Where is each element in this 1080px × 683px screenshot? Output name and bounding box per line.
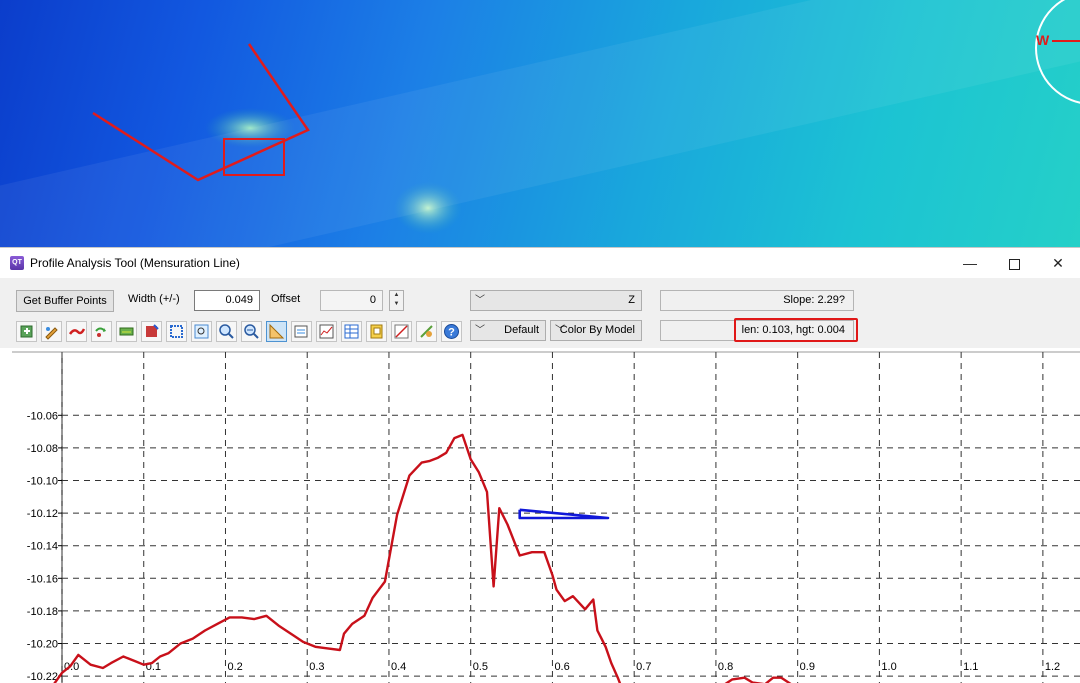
width-field[interactable]: 0.049: [194, 290, 260, 311]
close-button[interactable]: ✕: [1036, 248, 1080, 278]
profile-chart[interactable]: -10.06 -10.08 -10.10 -10.12 -10.14 -10.16 -10.…: [0, 348, 1080, 683]
mensuration-icon[interactable]: [266, 321, 287, 342]
x-tick-label: 1.1: [963, 661, 978, 673]
y-tick-label: -10.08: [27, 443, 58, 455]
zoom-out-icon[interactable]: [241, 321, 262, 342]
slope-readout: Slope: 2.29?: [660, 290, 854, 311]
zoom-window-icon[interactable]: [191, 321, 212, 342]
snap-icon[interactable]: [416, 321, 437, 342]
pencil-icon[interactable]: [41, 321, 62, 342]
y-tick-label: -10.20: [27, 639, 58, 651]
default-dropdown[interactable]: ﹀ Default: [470, 320, 546, 341]
offset-field[interactable]: 0: [320, 290, 383, 311]
chevron-down-icon: ﹀: [475, 295, 485, 306]
y-tick-label: -10.14: [27, 541, 58, 553]
width-label: Width (+/-): [128, 293, 180, 305]
z-dropdown[interactable]: ﹀ Z: [470, 290, 642, 311]
x-tick-label: 0.4: [391, 661, 406, 673]
erase-icon[interactable]: [141, 321, 162, 342]
color-by-dropdown[interactable]: ﹀ Color By Model: [550, 320, 642, 341]
minimize-button[interactable]: —: [948, 248, 992, 278]
map-overlay: W: [0, 0, 1080, 247]
compass-letter: W: [1036, 32, 1050, 48]
z-dropdown-value: Z: [628, 294, 635, 306]
app-icon: QT: [10, 256, 24, 270]
x-tick-label: 0.9: [800, 661, 815, 673]
plot-area: [0, 348, 1080, 683]
window-title: Profile Analysis Tool (Mensuration Line): [30, 256, 240, 270]
reclassify-icon[interactable]: [91, 321, 112, 342]
y-tick-label: -10.06: [27, 410, 58, 422]
y-tick-labels: -10.06 -10.08 -10.10 -10.12 -10.14 -10.16 -10.…: [27, 410, 62, 683]
x-tick-label: 0.3: [309, 661, 324, 673]
delete-points-icon[interactable]: [66, 321, 87, 342]
offset-label: Offset: [271, 293, 301, 305]
help-icon[interactable]: ?: [441, 321, 462, 342]
select-icon[interactable]: [166, 321, 187, 342]
x-tick-label: 1.2: [1045, 661, 1060, 673]
copy-icon[interactable]: [366, 321, 387, 342]
title-bar[interactable]: QT Profile Analysis Tool (Mensuration Li…: [0, 248, 1080, 278]
default-dropdown-value: Default: [504, 324, 539, 336]
table-icon[interactable]: [341, 321, 362, 342]
x-tick-label: 0.5: [473, 661, 488, 673]
y-tick-label: -10.12: [27, 508, 58, 520]
export-icon[interactable]: [291, 321, 312, 342]
filter-icon[interactable]: [116, 321, 137, 342]
x-tick-label: 1.0: [881, 661, 896, 673]
color-by-dropdown-value: Color By Model: [559, 324, 635, 336]
get-points-icon[interactable]: [16, 321, 37, 342]
maximize-icon: [1008, 258, 1020, 270]
maximize-button[interactable]: [992, 248, 1036, 278]
profile-analysis-window: QT Profile Analysis Tool (Mensuration Li…: [0, 247, 1080, 683]
x-tick-label: 0.7: [636, 661, 651, 673]
line-icon[interactable]: [391, 321, 412, 342]
get-buffer-points-button[interactable]: Get Buffer Points: [16, 290, 114, 312]
offset-spinner[interactable]: ▲ ▼: [389, 290, 404, 311]
y-tick-label: -10.18: [27, 606, 58, 618]
x-tick-label: 0.6: [554, 661, 569, 673]
spin-up-icon[interactable]: ▲: [390, 291, 403, 300]
track-line: [0, 0, 1080, 247]
zoom-in-icon[interactable]: [216, 321, 237, 342]
y-tick-label: -10.22: [27, 671, 58, 683]
help-glyph: ?: [448, 327, 455, 339]
spin-down-icon[interactable]: ▼: [390, 300, 403, 309]
y-tick-label: -10.16: [27, 573, 58, 585]
x-tick-label: 0.2: [227, 661, 242, 673]
chevron-down-icon: ﹀: [475, 325, 485, 336]
y-tick-label: -10.10: [27, 476, 58, 488]
graph-icon[interactable]: [316, 321, 337, 342]
x-tick-label: 0.8: [718, 661, 733, 673]
bathymetry-map-view[interactable]: W: [0, 0, 1080, 247]
readout-highlight: [734, 318, 858, 342]
